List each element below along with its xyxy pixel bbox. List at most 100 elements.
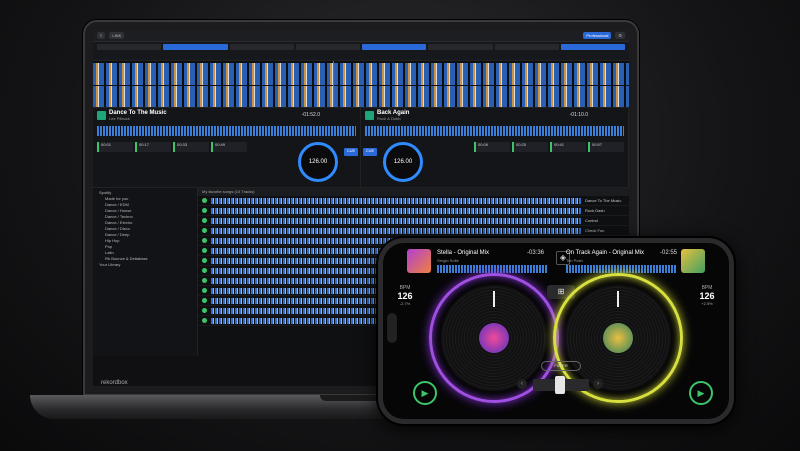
- vinyl-label-left: [479, 323, 509, 353]
- phone-deck-left-bpm[interactable]: BPM 126 -2.7%: [391, 285, 419, 307]
- phone-deck-right-header: On Track Again - Original Mix Tim Posh -…: [556, 243, 729, 279]
- crossfader-knob[interactable]: [555, 376, 565, 394]
- status-dot-icon: [202, 218, 207, 223]
- phone-deck-right-bpm[interactable]: BPM 126 +2.5%: [693, 285, 721, 307]
- waveform-deck-2: [93, 86, 629, 107]
- deck-2-hotcues: 00:09 00:25 00:41 00:57: [474, 142, 624, 152]
- deck-1: Dance To The Music Lee Pitbuck -01:52.0 …: [93, 108, 361, 187]
- phone-frame: Stella - Original Mix Sergio Sofie -03:3…: [378, 238, 734, 424]
- status-dot-icon: [202, 308, 207, 313]
- status-dot-icon: [202, 278, 207, 283]
- deck-1-jog[interactable]: 126.00: [298, 142, 338, 182]
- deck-1-artwork: [97, 111, 106, 120]
- library-tree: Spotify Made for you Dance / EDM Dance / Ho…: [93, 188, 198, 356]
- vinyl-label-right: [603, 323, 633, 353]
- vinyl-left: [441, 285, 547, 391]
- fx-slot[interactable]: [560, 44, 625, 50]
- phone-deck-left-header: Stella - Original Mix Sergio Sofie -03:3…: [383, 243, 556, 279]
- play-button-right[interactable]: ▶: [689, 381, 713, 405]
- waveform-deck-1: [93, 63, 629, 85]
- hotcue-pad[interactable]: 00:57: [588, 142, 624, 152]
- row-waveform: [211, 197, 581, 204]
- phone-deck-left-artist: Sergio Sofie: [437, 258, 459, 263]
- overview-waveform[interactable]: [93, 60, 629, 108]
- platter-marker: [617, 291, 619, 307]
- vinyl-right: [565, 285, 671, 391]
- row-waveform: [211, 227, 581, 234]
- fx-slot[interactable]: [494, 44, 559, 50]
- phone-deck-left-artwork[interactable]: [407, 249, 431, 273]
- mode-selector[interactable]: Professional: [583, 32, 612, 39]
- phone-deck-left-time: -03:36: [526, 250, 544, 256]
- deck-area: Dance To The Music Lee Pitbuck -01:52.0 …: [93, 108, 629, 188]
- tree-item[interactable]: Your Library: [97, 262, 193, 268]
- phone-header: Stella - Original Mix Sergio Sofie -03:3…: [383, 243, 729, 279]
- fx-slot[interactable]: [295, 44, 360, 50]
- deck-1-hotcues: 00:01 00:17 00:33 00:49: [97, 142, 247, 152]
- bpm-value: 126: [397, 291, 413, 301]
- pitch-percent: -2.7%: [399, 301, 411, 306]
- track-title: Rock Dash: [585, 208, 605, 213]
- status-dot-icon: [202, 288, 207, 293]
- hotcue-pad[interactable]: 00:49: [211, 142, 247, 152]
- settings-icon[interactable]: ⚙: [615, 32, 625, 39]
- status-dot-icon: [202, 318, 207, 323]
- fx-slot[interactable]: [428, 44, 493, 50]
- fx-slot[interactable]: [97, 44, 162, 50]
- status-dot-icon: [202, 258, 207, 263]
- deck-1-waveform[interactable]: [97, 126, 356, 136]
- fx-slot[interactable]: [362, 44, 427, 50]
- hotcue-pad[interactable]: 00:17: [135, 142, 171, 152]
- link-button[interactable]: LINK: [109, 32, 125, 39]
- play-button-left[interactable]: ▶: [413, 381, 437, 405]
- chevron-right-icon[interactable]: ›: [593, 379, 603, 389]
- row-waveform: [211, 207, 581, 214]
- phone-deck-right-waveform[interactable]: [566, 265, 677, 273]
- table-row[interactable]: Check Fun: [198, 226, 629, 236]
- table-row[interactable]: Dance To The Music: [198, 196, 629, 206]
- menu-button[interactable]: ≡: [97, 32, 106, 39]
- deck-2-waveform[interactable]: [365, 126, 624, 136]
- status-dot-icon: [202, 228, 207, 233]
- hotcue-pad[interactable]: 00:33: [173, 142, 209, 152]
- deck-2: Back Again Rock & Dubb -01:10.0 CUE 126.…: [361, 108, 629, 187]
- table-row[interactable]: Control: [198, 216, 629, 226]
- phone-side-button[interactable]: [387, 313, 397, 343]
- deck-1-cue-button[interactable]: CUE: [344, 148, 358, 156]
- track-title: Dance To The Music: [585, 198, 622, 203]
- bpm-value: 126: [699, 291, 715, 301]
- status-dot-icon: [202, 268, 207, 273]
- hotcue-pad[interactable]: 00:01: [97, 142, 133, 152]
- phone-deck-left-title: Stella - Original Mix: [437, 250, 490, 256]
- hotcue-pad[interactable]: 00:25: [512, 142, 548, 152]
- fx-slot[interactable]: [229, 44, 294, 50]
- crossfader[interactable]: [533, 376, 589, 394]
- phone-deck-left-waveform[interactable]: [437, 265, 548, 273]
- status-dot-icon: [202, 208, 207, 213]
- deck-1-time: -01:52.0: [301, 112, 320, 118]
- platter-marker: [493, 291, 495, 307]
- playhead: [333, 61, 334, 107]
- status-dot-icon: [202, 238, 207, 243]
- status-dot-icon: [202, 198, 207, 203]
- track-title: Check Fun: [585, 228, 605, 233]
- pitch-percent: +2.5%: [701, 301, 713, 306]
- hotcue-pad[interactable]: 00:41: [550, 142, 586, 152]
- chevron-left-icon[interactable]: ‹: [517, 379, 527, 389]
- track-title: Control: [585, 218, 598, 223]
- fx-slot[interactable]: [163, 44, 228, 50]
- row-waveform: [211, 217, 581, 224]
- fx-bar: [93, 42, 629, 60]
- status-dot-icon: [202, 298, 207, 303]
- deck-2-cue-button[interactable]: CUE: [363, 148, 377, 156]
- deck-2-jog[interactable]: 126.00: [383, 142, 423, 182]
- brand-logo: rekordbox: [101, 380, 128, 386]
- deck-2-artwork: [365, 111, 374, 120]
- deck-2-time: -01:10.0: [569, 112, 588, 118]
- phone-deck-right-time: -02:55: [659, 250, 677, 256]
- table-row[interactable]: Rock Dash: [198, 206, 629, 216]
- top-toolbar: ≡ LINK Professional ⚙: [93, 30, 629, 42]
- hotcue-pad[interactable]: 00:09: [474, 142, 510, 152]
- phone-deck-right-artwork[interactable]: [681, 249, 705, 273]
- filter-button[interactable]: FILTER: [541, 361, 581, 371]
